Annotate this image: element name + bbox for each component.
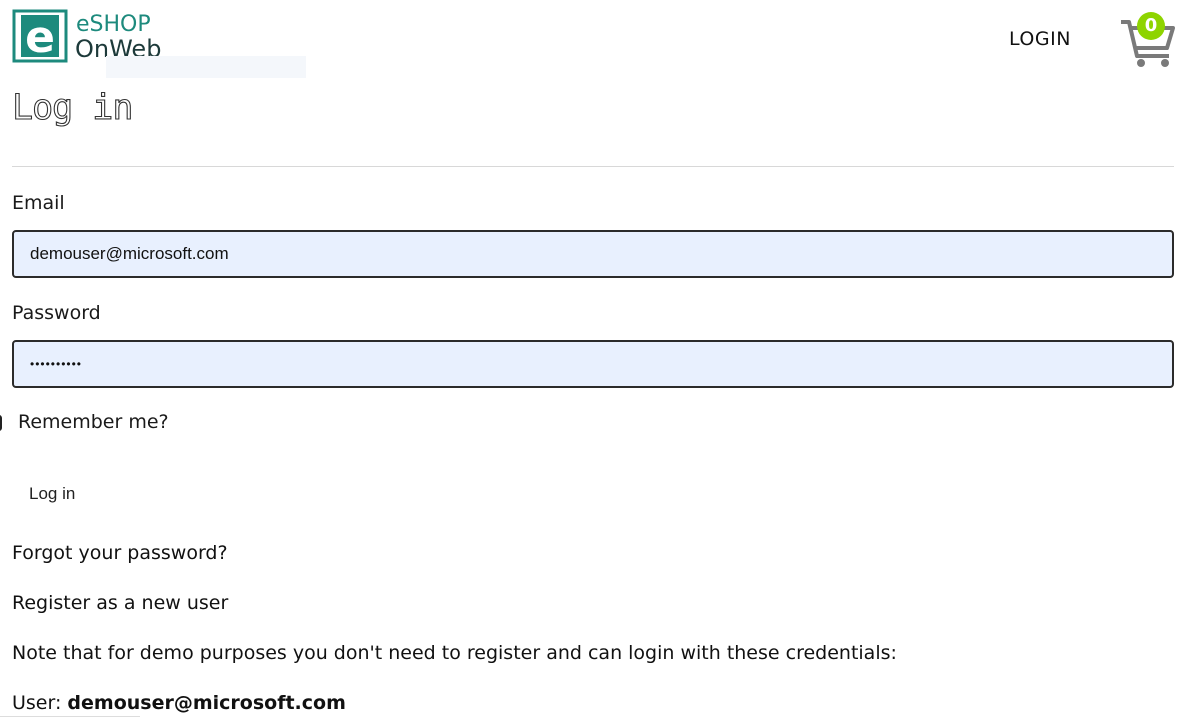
eshop-logo-icon: e — [12, 9, 68, 63]
password-field[interactable] — [12, 340, 1174, 388]
password-label: Password — [12, 302, 101, 324]
bottom-divider — [0, 716, 140, 717]
header-login-link[interactable]: LOGIN — [1009, 28, 1071, 50]
cart-button[interactable]: 0 — [1119, 10, 1177, 70]
remember-me-label: Remember me? — [18, 411, 169, 433]
demo-user-line: User: demouser@microsoft.com — [12, 692, 346, 714]
background-placeholder — [106, 56, 306, 78]
logo-letter: e — [25, 12, 55, 63]
page-title: Log in — [11, 87, 134, 128]
cart-count-badge: 0 — [1137, 12, 1165, 40]
login-submit-button[interactable]: Log in — [16, 476, 88, 512]
register-link[interactable]: Register as a new user — [12, 592, 228, 614]
remember-me-checkbox[interactable] — [0, 415, 2, 431]
email-label: Email — [12, 192, 65, 214]
email-field[interactable] — [12, 230, 1174, 278]
forgot-password-link[interactable]: Forgot your password? — [12, 542, 228, 564]
brand-name-line1: eSHOP — [76, 12, 151, 37]
demo-user-prefix: User: — [12, 692, 68, 714]
demo-credentials-note: Note that for demo purposes you don't ne… — [12, 642, 897, 664]
demo-user-value: demouser@microsoft.com — [67, 692, 346, 714]
title-divider — [12, 166, 1174, 167]
